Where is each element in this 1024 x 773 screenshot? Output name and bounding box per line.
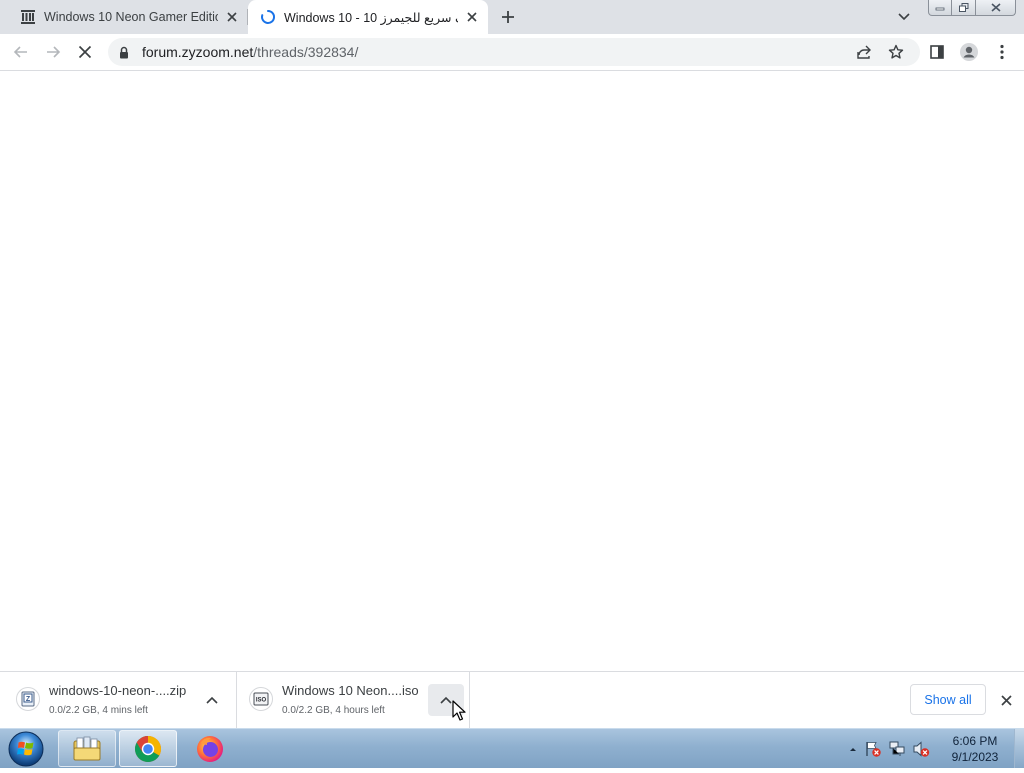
chrome-menu-button[interactable] [989, 39, 1015, 65]
bookmark-star-icon[interactable] [888, 44, 904, 60]
download-filename: Windows 10 Neon....iso [282, 683, 419, 698]
building-icon [20, 9, 36, 25]
mouse-cursor-icon [452, 700, 466, 721]
folder-library-icon [73, 736, 101, 760]
close-tab-icon[interactable] [464, 9, 480, 25]
url-host: forum.zyzoom.net [142, 44, 254, 60]
volume-muted-icon[interactable] [912, 740, 930, 758]
tab-title: Windows 10 - 10 خفيف سريع للجيمرز [284, 10, 458, 25]
chevron-up-icon [850, 748, 856, 751]
download-item[interactable]: Z windows-10-neon-....zip 0.0/2.2 GB, 4 … [0, 672, 237, 728]
lock-icon[interactable] [118, 45, 130, 59]
iso-file-icon: ISO [249, 687, 273, 711]
chrome-logo-icon [134, 735, 162, 762]
window-controls [928, 0, 1016, 18]
clock-date: 9/1/2023 [951, 750, 999, 764]
back-arrow-icon [13, 46, 27, 58]
download-options-button[interactable] [200, 688, 224, 712]
tab-search-button[interactable] [896, 9, 912, 25]
chevron-up-icon [206, 696, 218, 704]
zip-file-icon: Z [16, 687, 40, 711]
clock-time: 6:06 PM [952, 734, 998, 748]
download-item[interactable]: ISO Windows 10 Neon....iso 0.0/2.2 GB, 4… [237, 672, 470, 728]
start-button[interactable] [6, 730, 46, 768]
svg-text:ISO: ISO [256, 698, 267, 704]
windows-taskbar: 6:06 PM 9/1/2023 [0, 728, 1024, 768]
download-filename: windows-10-neon-....zip [49, 683, 187, 698]
close-icon [990, 3, 1001, 12]
restore-button[interactable] [952, 0, 976, 16]
loading-spinner-icon [260, 9, 276, 25]
close-download-shelf-button[interactable] [996, 690, 1016, 710]
side-panel-icon [930, 45, 944, 59]
profile-avatar-icon [960, 43, 978, 61]
windows-logo-icon [8, 731, 44, 767]
system-tray [840, 729, 940, 768]
action-center-flag-icon[interactable] [864, 740, 882, 758]
back-button[interactable] [8, 39, 34, 65]
forward-button[interactable] [40, 39, 66, 65]
close-window-button[interactable] [976, 0, 1016, 16]
svg-text:Z: Z [26, 696, 31, 703]
tab-strip: Windows 10 Neon Gamer Edition Windows 10… [0, 0, 1024, 34]
url-text[interactable]: forum.zyzoom.net/threads/392834/ [142, 44, 358, 60]
download-status: 0.0/2.2 GB, 4 hours left [282, 705, 385, 716]
firefox-logo-icon [197, 735, 223, 762]
profile-button[interactable] [956, 39, 982, 65]
minimize-icon [935, 7, 945, 10]
tab-windows-10-neon-gamer-edition[interactable]: Windows 10 Neon Gamer Edition [8, 0, 248, 34]
stop-icon [78, 45, 92, 59]
tab-zyzoom-thread[interactable]: Windows 10 - 10 خفيف سريع للجيمرز [248, 0, 488, 34]
address-bar[interactable]: forum.zyzoom.net/threads/392834/ [108, 38, 920, 66]
taskbar-firefox[interactable] [181, 730, 239, 767]
stop-loading-button[interactable] [72, 39, 98, 65]
download-status: 0.0/2.2 GB, 4 mins left [49, 705, 148, 716]
network-icon[interactable] [888, 740, 906, 758]
share-icon[interactable] [856, 44, 872, 60]
show-hidden-icons-button[interactable] [844, 740, 862, 758]
page-content-area [0, 71, 1024, 671]
minimize-button[interactable] [928, 0, 952, 16]
more-vert-icon [1000, 44, 1004, 60]
plus-icon [502, 11, 514, 23]
side-panel-button[interactable] [924, 39, 950, 65]
show-desktop-button[interactable] [1014, 729, 1024, 768]
url-path: /threads/392834/ [253, 44, 359, 60]
restore-icon [958, 3, 968, 12]
chevron-down-icon [898, 13, 910, 21]
chevron-up-icon [440, 696, 452, 704]
forward-arrow-icon [47, 46, 61, 58]
taskbar-google-chrome[interactable] [119, 730, 177, 767]
browser-toolbar: forum.zyzoom.net/threads/392834/ [0, 34, 1024, 71]
download-shelf: Z windows-10-neon-....zip 0.0/2.2 GB, 4 … [0, 671, 1024, 728]
new-tab-button[interactable] [498, 7, 518, 27]
close-icon [1000, 694, 1012, 706]
taskbar-windows-explorer[interactable] [58, 730, 116, 767]
close-tab-icon[interactable] [224, 9, 240, 25]
show-all-downloads-button[interactable]: Show all [910, 684, 986, 715]
taskbar-clock[interactable]: 6:06 PM 9/1/2023 [940, 733, 1010, 765]
tab-title: Windows 10 Neon Gamer Edition [44, 10, 218, 24]
